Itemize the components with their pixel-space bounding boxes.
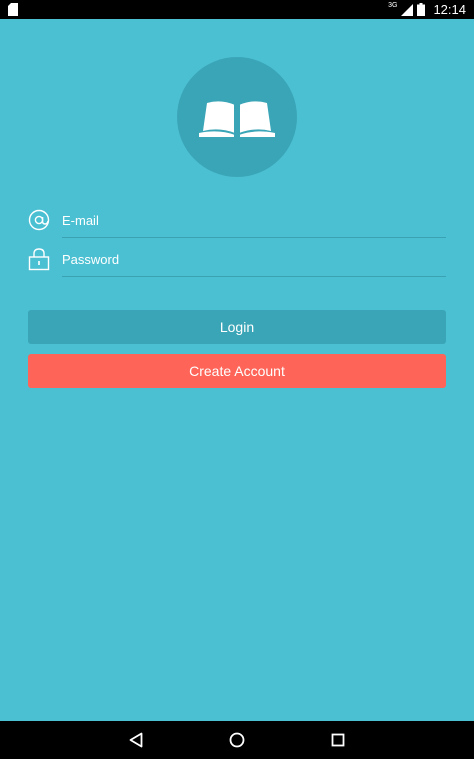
open-book-icon xyxy=(199,101,275,137)
email-field-group xyxy=(28,204,446,240)
battery-icon xyxy=(417,3,426,16)
status-bar: 3G 12:14 xyxy=(0,0,474,19)
network-type: 3G xyxy=(388,2,398,9)
clock: 12:14 xyxy=(433,2,466,17)
email-input[interactable] xyxy=(62,204,446,238)
app-logo xyxy=(177,57,297,177)
password-field-group xyxy=(28,243,446,279)
create-account-button[interactable]: Create Account xyxy=(28,354,446,388)
navigation-bar xyxy=(0,721,474,759)
login-button[interactable]: Login xyxy=(28,310,446,344)
signal-icon xyxy=(401,3,414,16)
at-sign-icon xyxy=(28,209,50,231)
home-circle-icon xyxy=(229,732,245,748)
home-button[interactable] xyxy=(227,730,247,750)
password-input[interactable] xyxy=(62,243,446,277)
recents-button[interactable] xyxy=(328,730,348,750)
sd-card-icon xyxy=(8,3,18,16)
recents-square-icon xyxy=(331,733,345,747)
back-button[interactable] xyxy=(126,730,146,750)
lock-icon xyxy=(28,248,50,271)
back-triangle-icon xyxy=(129,732,143,748)
status-icons: 3G 12:14 xyxy=(388,0,466,19)
